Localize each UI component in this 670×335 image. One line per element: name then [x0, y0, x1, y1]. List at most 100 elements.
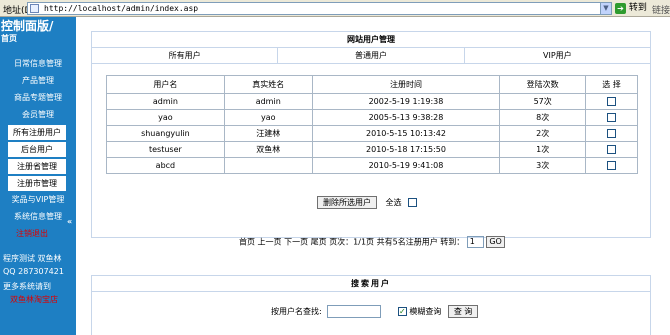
user-management-panel: 网站用户管理 所有用户 普通用户 VIP用户 用户名 真实姓名 注册时间 登陆次…	[91, 31, 651, 238]
table-header-row: 用户名 真实姓名 注册时间 登陆次数 选 择	[106, 75, 638, 94]
sidebar-item-members[interactable]: 会员管理	[0, 107, 76, 124]
cell-realname: admin	[223, 93, 313, 110]
pager-last[interactable]: 尾页	[311, 238, 327, 247]
go-label: 转到	[628, 3, 647, 13]
row-checkbox[interactable]	[607, 161, 617, 170]
qq-number: QQ 287307421	[3, 267, 64, 276]
cell-register-time: 2010-5-15 10:13:42	[311, 125, 501, 142]
users-table: 用户名 真实姓名 注册时间 登陆次数 选 择 admin admin 2002-…	[106, 75, 638, 174]
search-label: 按用户名查找:	[271, 307, 322, 316]
shop-link[interactable]: 双鱼林淘宝店	[10, 294, 58, 305]
row-checkbox[interactable]	[607, 129, 617, 138]
go-button[interactable]: ➔ 转到	[615, 2, 648, 15]
header-register-time: 注册时间	[311, 75, 501, 94]
fuzzy-search-label: 模糊查询	[409, 307, 442, 316]
table-row: abcd 2010-5-19 9:41:08 3次	[106, 157, 638, 174]
username-search-input[interactable]	[327, 305, 382, 318]
page-go-button[interactable]: GO	[486, 236, 505, 248]
bulk-actions: 删除所选用户 全选	[317, 196, 418, 209]
search-button[interactable]: 查 询	[447, 305, 479, 318]
sidebar-title: 控制面版/	[1, 19, 54, 33]
row-checkbox[interactable]	[607, 145, 617, 154]
cell-select	[585, 109, 638, 126]
search-panel: 搜索用户 按用户名查找: ✓ 模糊查询 查 询	[91, 275, 651, 335]
header-select: 选 择	[585, 75, 638, 94]
cell-login-count: 2次	[499, 125, 587, 142]
header-username: 用户名	[106, 75, 225, 94]
row-checkbox[interactable]	[607, 113, 617, 122]
chevron-down-icon[interactable]: ▼	[600, 3, 611, 14]
cell-realname	[223, 157, 313, 174]
sidebar-item-topics[interactable]: 商品专题管理	[0, 90, 76, 107]
cell-username: testuser	[106, 141, 225, 158]
pager-prev[interactable]: 上一页	[258, 238, 282, 247]
more-systems-text: 更多系统请到	[3, 282, 51, 291]
cell-realname: 双鱼林	[223, 141, 313, 158]
tab-normal-users[interactable]: 普通用户	[278, 48, 465, 63]
user-tabs: 所有用户 普通用户 VIP用户	[92, 48, 650, 64]
header-realname: 真实姓名	[223, 75, 313, 94]
fuzzy-search-checkbox[interactable]: ✓	[397, 307, 407, 316]
cell-select	[585, 125, 638, 142]
program-credit: 程序测试 双鱼林	[3, 254, 62, 263]
sidebar-home-link[interactable]: 首页	[1, 33, 17, 44]
select-all-label: 全选	[385, 198, 402, 207]
sidebar-item-admin-users[interactable]: 后台用户	[7, 141, 67, 158]
cell-register-time: 2002-5-19 1:19:38	[311, 93, 501, 110]
cell-login-count: 57次	[499, 93, 587, 110]
sidebar-item-all-users[interactable]: 所有注册用户	[7, 124, 67, 141]
sidebar-item-provinces[interactable]: 注册省管理	[7, 158, 67, 175]
cell-select	[585, 141, 638, 158]
page-number-input[interactable]: 1	[466, 236, 484, 248]
page-icon	[30, 4, 39, 13]
pager-first[interactable]: 首页	[239, 238, 255, 247]
pagination: 首页 上一页 下一页 尾页 页次：1/1页 共有5名注册用户 转到： 1 GO	[239, 236, 505, 248]
header-login-count: 登陆次数	[499, 75, 587, 94]
cell-username: yao	[106, 109, 225, 126]
tab-vip-users[interactable]: VIP用户	[465, 48, 650, 63]
cell-username: admin	[106, 93, 225, 110]
pager-next[interactable]: 下一页	[284, 238, 308, 247]
sidebar-item-daily-info[interactable]: 日常信息管理	[0, 56, 76, 73]
cell-register-time: 2010-5-18 17:15:50	[311, 141, 501, 158]
cell-login-count: 8次	[499, 109, 587, 126]
address-input[interactable]: http://localhost/admin/index.asp ▼	[27, 2, 612, 15]
cell-select	[585, 157, 638, 174]
select-all-checkbox[interactable]	[408, 198, 418, 207]
sidebar-item-prizes-vip[interactable]: 奖品与VIP管理	[0, 192, 76, 209]
links-label[interactable]: 链接	[652, 3, 670, 16]
cell-username: shuangyulin	[106, 125, 225, 142]
table-row: admin admin 2002-5-19 1:19:38 57次	[106, 93, 638, 110]
address-url: http://localhost/admin/index.asp	[44, 4, 199, 13]
search-row: 按用户名查找: ✓ 模糊查询 查 询	[271, 305, 479, 318]
sidebar-item-system[interactable]: 系统信息管理	[0, 209, 76, 226]
sidebar-item-products[interactable]: 产品管理	[0, 73, 76, 90]
cell-register-time: 2010-5-19 9:41:08	[311, 157, 501, 174]
tab-all-users[interactable]: 所有用户	[92, 48, 279, 63]
pager-total: 共有5名注册用户	[376, 237, 438, 247]
cell-select	[585, 93, 638, 110]
cell-login-count: 1次	[499, 141, 587, 158]
delete-selected-button[interactable]: 删除所选用户	[317, 196, 377, 209]
table-row: yao yao 2005-5-13 9:38:28 8次	[106, 109, 638, 126]
pager-goto-label: 转到：	[440, 237, 465, 247]
sidebar-item-cities[interactable]: 注册市管理	[7, 175, 67, 192]
go-arrow-icon: ➔	[615, 3, 626, 14]
cell-login-count: 3次	[499, 157, 587, 174]
table-row: shuangyulin 汪建林 2010-5-15 10:13:42 2次	[106, 125, 638, 142]
main-content: 网站用户管理 所有用户 普通用户 VIP用户 用户名 真实姓名 注册时间 登陆次…	[76, 17, 670, 335]
panel-title: 网站用户管理	[92, 32, 650, 48]
cell-realname: 汪建林	[223, 125, 313, 142]
cell-username: abcd	[106, 157, 225, 174]
cell-register-time: 2005-5-13 9:38:28	[311, 109, 501, 126]
cell-realname: yao	[223, 109, 313, 126]
browser-address-bar: 地址(D) http://localhost/admin/index.asp ▼…	[0, 0, 670, 17]
logout-link[interactable]: 注销退出	[16, 228, 48, 239]
table-row: testuser 双鱼林 2010-5-18 17:15:50 1次	[106, 141, 638, 158]
collapse-icon[interactable]: «	[67, 217, 72, 226]
pager-page-info: 页次：1/1页	[329, 237, 375, 247]
row-checkbox[interactable]	[607, 97, 617, 106]
sidebar-menu: 日常信息管理 产品管理 商品专题管理 会员管理 所有注册用户 后台用户 注册省管…	[0, 56, 76, 226]
search-title: 搜索用户	[92, 276, 650, 292]
sidebar: 控制面版/ 首页 日常信息管理 产品管理 商品专题管理 会员管理 所有注册用户 …	[0, 17, 76, 335]
